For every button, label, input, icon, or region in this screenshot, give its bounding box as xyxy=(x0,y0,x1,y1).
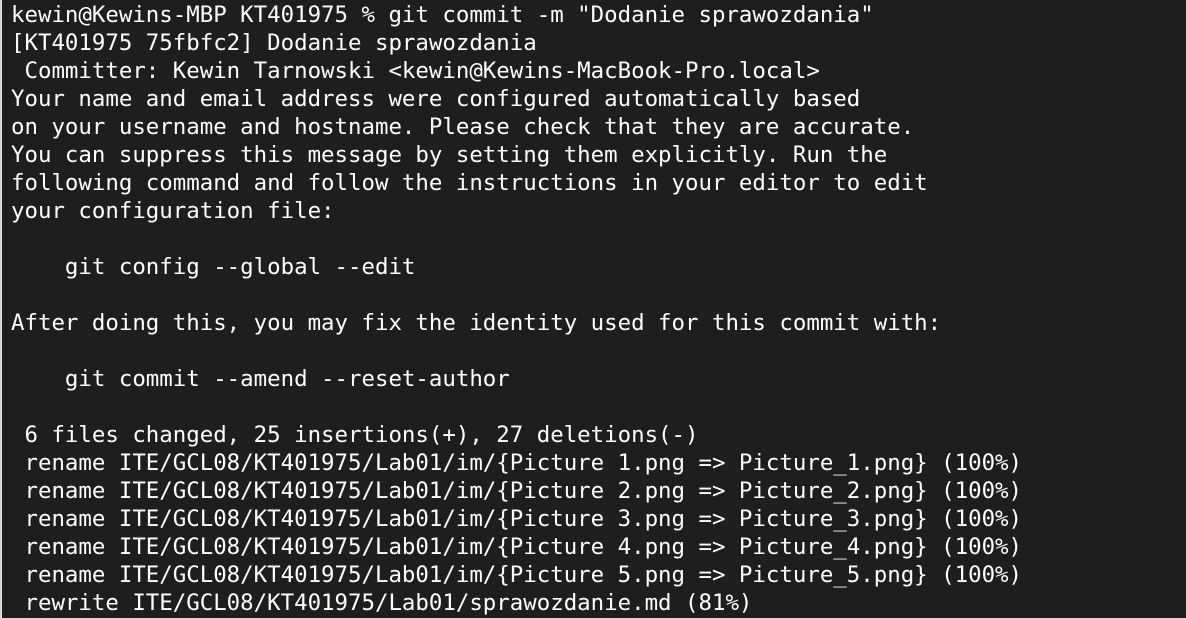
suggested-command-line: git commit --amend --reset-author xyxy=(11,366,510,392)
output-line: on your username and hostname. Please ch… xyxy=(11,114,915,140)
prompt-command-line: kewin@Kewins-MBP KT401975 % git commit -… xyxy=(11,2,874,28)
output-line: Your name and email address were configu… xyxy=(11,86,861,112)
rewrite-line: rewrite ITE/GCL08/KT401975/Lab01/sprawoz… xyxy=(11,590,753,616)
rename-line: rename ITE/GCL08/KT401975/Lab01/im/{Pict… xyxy=(11,534,1023,560)
output-line: your configuration file: xyxy=(11,198,335,224)
output-line: following command and follow the instruc… xyxy=(11,170,928,196)
rename-line: rename ITE/GCL08/KT401975/Lab01/im/{Pict… xyxy=(11,506,1023,532)
suggested-command-line: git config --global --edit xyxy=(11,254,416,280)
commit-summary-line: [KT401975 75fbfc2] Dodanie sprawozdania xyxy=(11,30,537,56)
terminal-window[interactable]: kewin@Kewins-MBP KT401975 % git commit -… xyxy=(0,0,1186,618)
committer-line: Committer: Kewin Tarnowski <kewin@Kewins… xyxy=(11,58,820,84)
output-line: After doing this, you may fix the identi… xyxy=(11,310,942,336)
output-line: You can suppress this message by setting… xyxy=(11,142,888,168)
rename-line: rename ITE/GCL08/KT401975/Lab01/im/{Pict… xyxy=(11,450,1023,476)
rename-line: rename ITE/GCL08/KT401975/Lab01/im/{Pict… xyxy=(11,478,1023,504)
window-left-border xyxy=(0,0,2,618)
stats-line: 6 files changed, 25 insertions(+), 27 de… xyxy=(11,422,699,448)
rename-line: rename ITE/GCL08/KT401975/Lab01/im/{Pict… xyxy=(11,562,1023,588)
